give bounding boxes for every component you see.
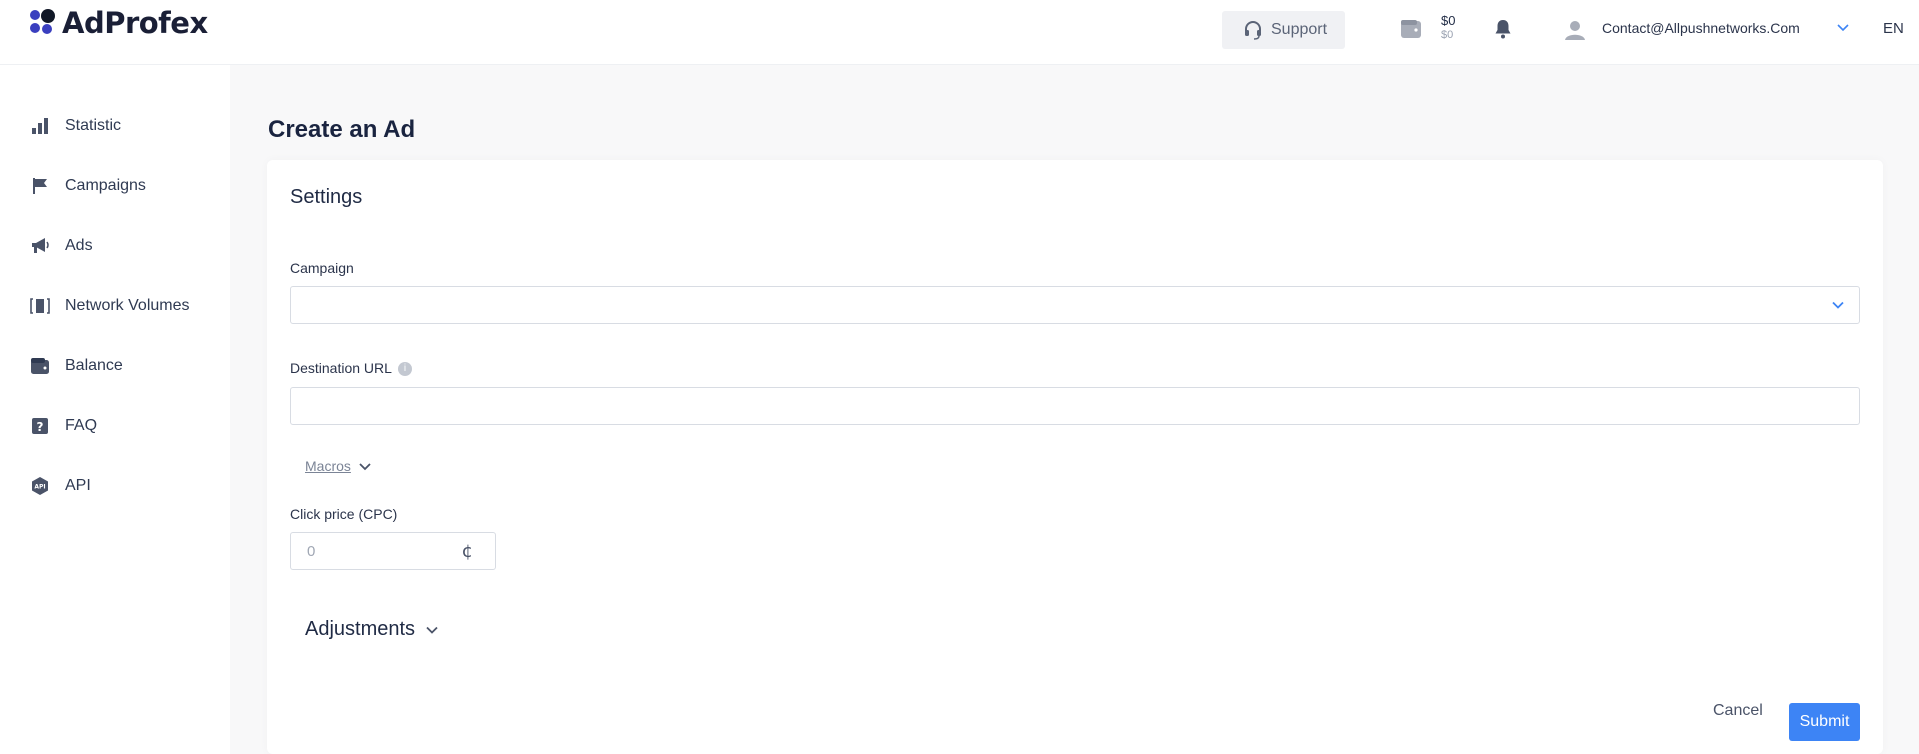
sidebar-item-label: Campaigns bbox=[65, 177, 146, 194]
sidebar-item-api[interactable]: API API bbox=[30, 474, 91, 498]
balance-main: $0 bbox=[1441, 13, 1456, 28]
macros-toggle[interactable]: Macros bbox=[305, 458, 371, 474]
api-icon: API bbox=[30, 476, 50, 496]
top-bar: AdProfex Support $0 $0 Contact@Allpushne… bbox=[0, 0, 1919, 65]
wallet-icon bbox=[30, 356, 50, 376]
sidebar-item-faq[interactable]: ? FAQ bbox=[30, 414, 97, 438]
support-label: Support bbox=[1271, 21, 1328, 38]
question-icon: ? bbox=[30, 416, 50, 436]
cancel-button[interactable]: Cancel bbox=[1713, 702, 1763, 720]
balance-display: $0 $0 bbox=[1441, 13, 1455, 43]
info-icon[interactable]: i bbox=[397, 362, 412, 377]
headset-icon bbox=[1245, 21, 1261, 40]
chevron-down-icon bbox=[426, 626, 438, 634]
settings-card bbox=[267, 160, 1883, 754]
logo-text: AdProfex bbox=[62, 6, 208, 40]
flag-icon bbox=[30, 176, 50, 196]
sidebar-item-network-volumes[interactable]: Network Volumes bbox=[30, 294, 190, 318]
sidebar-item-balance[interactable]: Balance bbox=[30, 354, 123, 378]
megaphone-icon bbox=[30, 236, 50, 256]
page-title: Create an Ad bbox=[268, 116, 416, 143]
campaign-select[interactable] bbox=[290, 286, 1860, 324]
network-volumes-icon bbox=[30, 296, 50, 316]
sidebar-item-label: Balance bbox=[65, 357, 123, 374]
user-email[interactable]: Contact@Allpushnetworks.Com bbox=[1602, 20, 1800, 36]
cpc-field[interactable]: ¢ bbox=[290, 532, 496, 570]
sidebar-item-label: API bbox=[65, 477, 91, 494]
svg-text:API: API bbox=[34, 484, 45, 491]
sidebar-item-ads[interactable]: Ads bbox=[30, 234, 93, 258]
chevron-down-icon[interactable] bbox=[1837, 24, 1849, 32]
cent-unit: ¢ bbox=[461, 541, 473, 562]
sidebar-item-label: Network Volumes bbox=[65, 297, 190, 314]
wallet-icon[interactable] bbox=[1400, 18, 1422, 40]
bell-icon[interactable] bbox=[1494, 19, 1512, 39]
settings-title: Settings bbox=[290, 186, 363, 208]
destination-url-label: Destination URL i bbox=[290, 360, 412, 377]
macros-label: Macros bbox=[305, 458, 351, 474]
user-avatar-icon[interactable] bbox=[1564, 19, 1586, 41]
support-button[interactable]: Support bbox=[1222, 11, 1345, 49]
cpc-label: Click price (CPC) bbox=[290, 506, 398, 522]
language-selector[interactable]: EN bbox=[1883, 20, 1904, 37]
chevron-down-icon bbox=[359, 462, 371, 470]
adjustments-toggle[interactable]: Adjustments bbox=[305, 618, 439, 641]
adjustments-label: Adjustments bbox=[305, 618, 416, 640]
svg-text:?: ? bbox=[37, 420, 44, 434]
logo-mark-icon bbox=[30, 9, 56, 36]
chevron-down-icon[interactable] bbox=[1831, 298, 1845, 312]
submit-button[interactable]: Submit bbox=[1789, 703, 1860, 741]
balance-sub: $0 bbox=[1441, 29, 1454, 41]
sidebar-item-label: Ads bbox=[65, 237, 93, 254]
sidebar-item-label: FAQ bbox=[65, 417, 98, 434]
destination-url-label-text: Destination URL bbox=[290, 360, 392, 376]
sidebar-item-label: Statistic bbox=[65, 117, 122, 134]
destination-url-input[interactable] bbox=[290, 387, 1860, 425]
bar-chart-icon bbox=[30, 116, 50, 136]
sidebar-item-statistic[interactable]: Statistic bbox=[30, 114, 121, 138]
sidebar: Statistic Campaigns Ads Network Volumes … bbox=[0, 65, 230, 754]
campaign-label: Campaign bbox=[290, 260, 354, 276]
cpc-input[interactable] bbox=[305, 542, 449, 561]
logo[interactable]: AdProfex bbox=[30, 6, 208, 40]
sidebar-item-campaigns[interactable]: Campaigns bbox=[30, 174, 146, 198]
